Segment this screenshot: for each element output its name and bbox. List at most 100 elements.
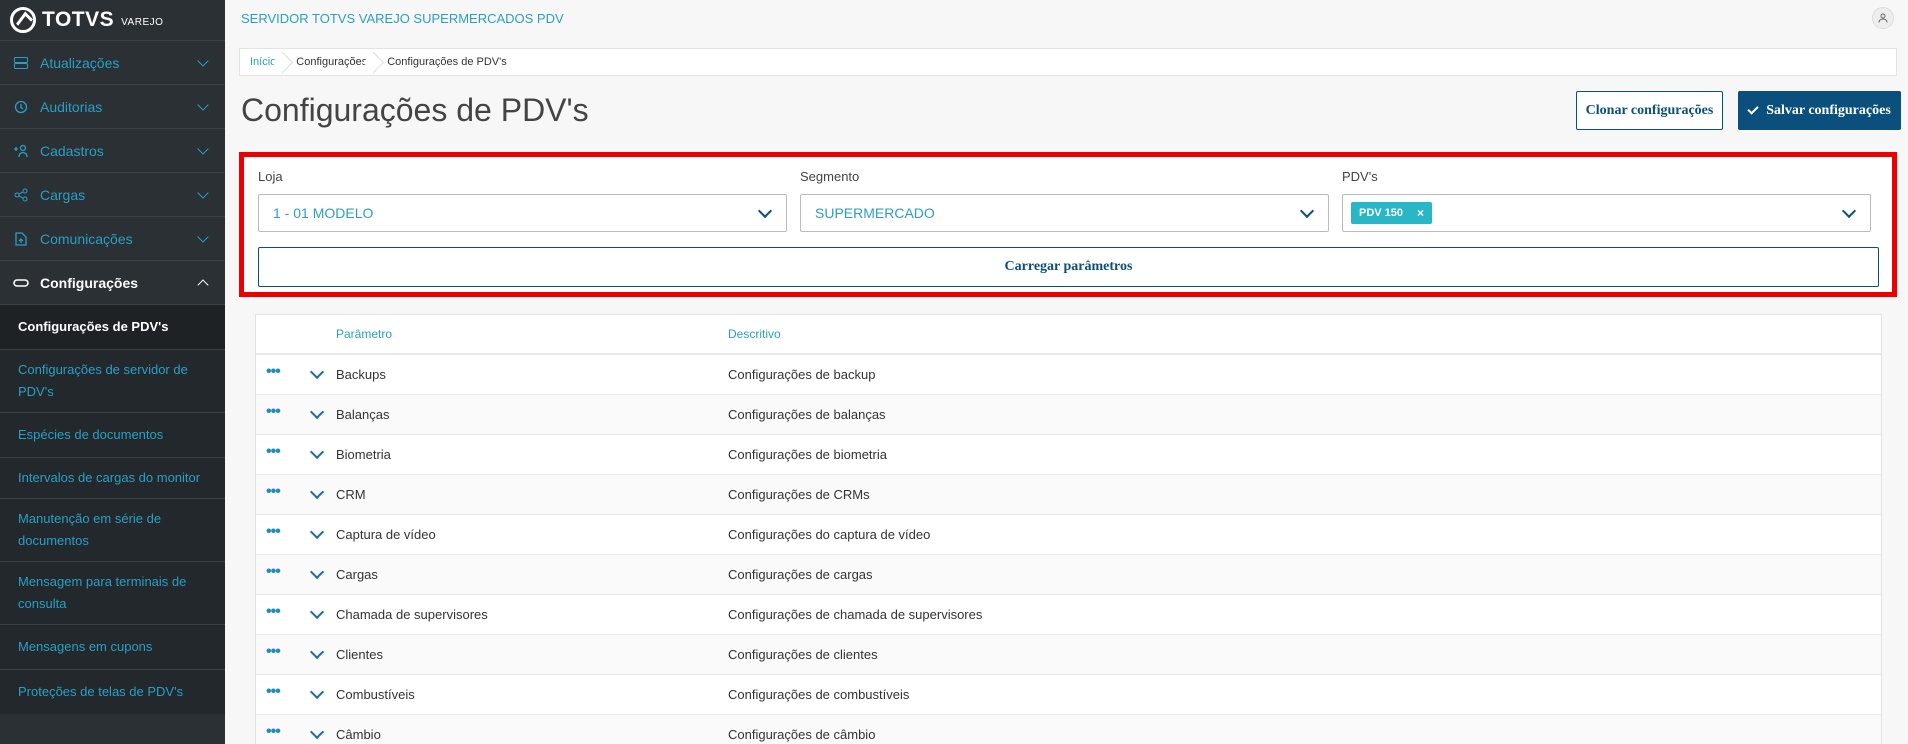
sidebar-item-cargas[interactable]: Cargas [0,172,225,216]
cell-descritivo: Configurações de chamada de supervisores [728,607,983,622]
sidebar-item-label: Cadastros [40,142,104,159]
table-row[interactable]: ••• Backups Configurações de backup [256,355,1881,395]
table-row[interactable]: ••• Câmbio Configurações de câmbio [256,715,1881,744]
segmento-select[interactable]: SUPERMERCADO [800,194,1329,232]
loja-select[interactable]: 1 - 01 MODELO [258,194,787,232]
chevron-down-icon [197,98,209,111]
sidebar-subitem-mensagens-cupons[interactable]: Mensagens em cupons [0,624,225,669]
pdvs-multiselect[interactable]: PDV 150 × [1342,194,1871,232]
cell-parametro: Combustíveis [336,687,415,702]
remove-tag-icon[interactable]: × [1417,206,1424,220]
document-upload-icon [12,230,30,248]
sidebar-item-label: Auditorias [40,98,103,115]
more-actions-icon[interactable]: ••• [266,563,302,579]
more-actions-icon[interactable]: ••• [266,523,302,539]
cell-parametro: Clientes [336,647,383,662]
user-avatar-icon[interactable] [1872,7,1894,29]
sidebar-item-configuracoes[interactable]: Configurações [0,260,225,304]
table-row[interactable]: ••• Captura de vídeo Configurações do capt… [256,515,1881,555]
cell-descritivo: Configurações de combustíveis [728,687,910,702]
breadcrumb-inicio[interactable]: Início [240,49,286,75]
filter-panel: Loja 1 - 01 MODELO Segmento SUPERMERCADO… [239,152,1897,297]
breadcrumb-current: Configurações de PDV's [387,56,507,68]
sidebar-subitem-protecoes-telas[interactable]: Proteções de telas de PDV's [0,669,225,714]
more-actions-icon[interactable]: ••• [266,683,302,699]
row-actions: ••• [256,443,336,459]
save-config-button[interactable]: Salvar configurações [1738,91,1901,130]
sidebar-subitem-configuracoes-servidor[interactable]: Configurações de servidor de PDV's [0,349,225,412]
expand-row-chevron-icon[interactable] [309,724,325,739]
more-actions-icon[interactable]: ••• [266,443,302,459]
more-actions-icon[interactable]: ••• [266,483,302,499]
add-user-icon [12,142,30,160]
loja-label: Loja [258,169,283,184]
row-actions: ••• [256,523,336,539]
sidebar-subitem-especies-documentos[interactable]: Espécies de documentos [0,412,225,457]
share-icon [12,186,30,204]
pdv-tag-label: PDV 150 [1359,207,1404,219]
loja-value: 1 - 01 MODELO [273,205,374,221]
segmento-value: SUPERMERCADO [815,205,935,221]
sidebar-subitem-intervalos-cargas[interactable]: Intervalos de cargas do monitor [0,457,225,498]
sidebar-item-auditorias[interactable]: Auditorias [0,84,225,128]
sidebar-item-atualizacoes[interactable]: Atualizações [0,40,225,84]
totvs-logo[interactable]: TOTVS VAREJO [0,0,225,40]
cell-descritivo: Configurações de câmbio [728,727,876,742]
row-actions: ••• [256,603,336,619]
brand-name: TOTVS [42,8,115,31]
row-actions: ••• [256,403,336,419]
cell-parametro: Backups [336,367,386,382]
chevron-down-icon [197,54,209,67]
expand-row-chevron-icon[interactable] [309,684,325,699]
column-header-descritivo[interactable]: Descritivo [728,327,1881,341]
table-row[interactable]: ••• Chamada de supervisores Configurações … [256,595,1881,635]
breadcrumb: Início Configurações Configurações de PD… [239,48,1897,76]
sidebar-subitem-mensagem-terminais[interactable]: Mensagem para terminais de consulta [0,561,225,624]
expand-row-chevron-icon[interactable] [309,404,325,419]
sidebar-item-cadastros[interactable]: Cadastros [0,128,225,172]
parameters-table: Parâmetro Descritivo ••• Backups Configura… [255,314,1882,744]
expand-row-chevron-icon[interactable] [309,564,325,579]
header-title: SERVIDOR TOTVS VAREJO SUPERMERCADOS PDV [241,10,564,26]
page-title: Configurações de PDV's [241,92,589,128]
expand-row-chevron-icon[interactable] [309,644,325,659]
more-actions-icon[interactable]: ••• [266,403,302,419]
sidebar: TOTVS VAREJO Atualizações Auditorias Cad… [0,0,225,744]
column-header-parametro[interactable]: Parâmetro [336,327,728,341]
sidebar-item-label: Configurações [40,274,139,291]
cell-parametro: Cargas [336,567,378,582]
sidebar-item-label: Cargas [40,186,86,203]
breadcrumb-configuracoes[interactable]: Configurações [286,49,377,75]
load-parameters-button[interactable]: Carregar parâmetros [258,247,1879,287]
check-icon [1747,103,1759,115]
sidebar-item-comunicacoes[interactable]: Comunicações [0,216,225,260]
more-actions-icon[interactable]: ••• [266,363,302,379]
more-actions-icon[interactable]: ••• [266,723,302,739]
row-actions: ••• [256,643,336,659]
expand-row-chevron-icon[interactable] [309,444,325,459]
table-row[interactable]: ••• Combustíveis Configurações de combustí… [256,675,1881,715]
table-row[interactable]: ••• Biometria Configurações de biometria [256,435,1881,475]
expand-row-chevron-icon[interactable] [309,604,325,619]
sidebar-subitem-configuracoes-pdvs[interactable]: Configurações de PDV's [0,304,225,349]
chevron-down-icon [197,142,209,155]
main-content: SERVIDOR TOTVS VAREJO SUPERMERCADOS PDV … [225,0,1908,744]
more-actions-icon[interactable]: ••• [266,643,302,659]
table-row[interactable]: ••• Cargas Configurações de cargas [256,555,1881,595]
sidebar-subitem-manutencao-serie[interactable]: Manutenção em série de documentos [0,498,225,561]
expand-row-chevron-icon[interactable] [309,524,325,539]
expand-row-chevron-icon[interactable] [309,364,325,379]
table-row[interactable]: ••• CRM Configurações de CRMs [256,475,1881,515]
table-row[interactable]: ••• Balanças Configurações de balanças [256,395,1881,435]
table-row[interactable]: ••• Clientes Configurações de clientes [256,635,1881,675]
cell-descritivo: Configurações de clientes [728,647,878,662]
expand-row-chevron-icon[interactable] [309,484,325,499]
clone-config-button[interactable]: Clonar configurações [1576,91,1723,130]
cell-parametro: CRM [336,487,366,502]
cell-descritivo: Configurações de backup [728,367,876,382]
row-actions: ••• [256,723,336,739]
more-actions-icon[interactable]: ••• [266,603,302,619]
history-icon [12,98,30,116]
table-body: ••• Backups Configurações de backup ••• Bala… [256,355,1881,744]
cell-parametro: Balanças [336,407,390,422]
